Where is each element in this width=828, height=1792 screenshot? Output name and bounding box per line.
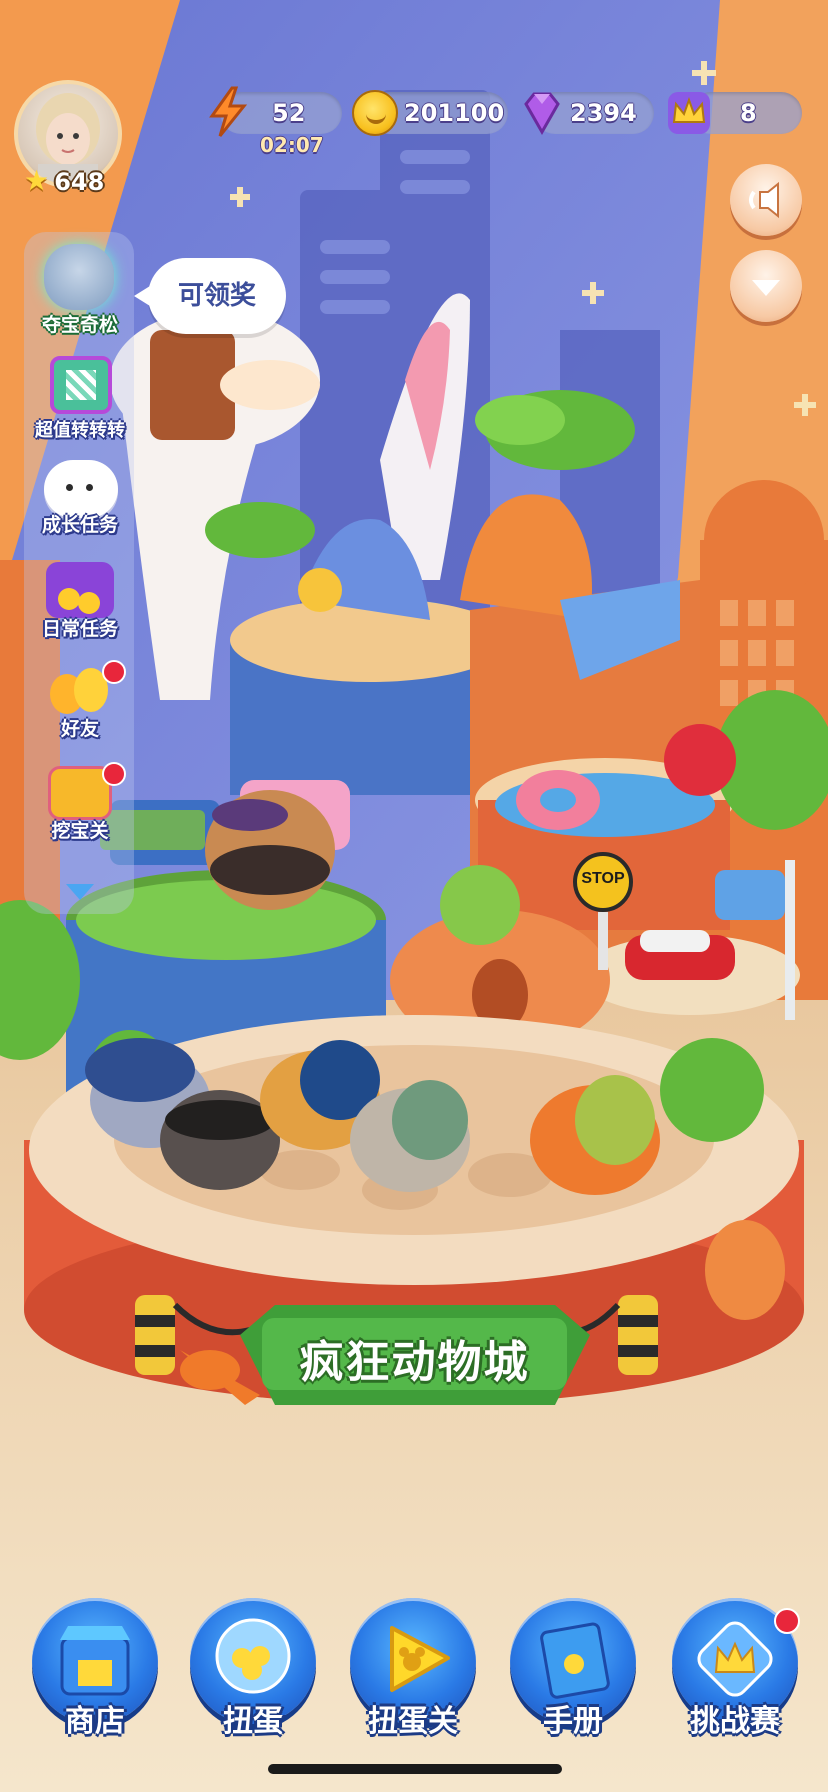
- gem-icon: [518, 90, 566, 136]
- sound-button[interactable]: [730, 164, 802, 236]
- side-menu-item-growth[interactable]: 成长任务: [20, 452, 140, 552]
- challenge-label: 挑战赛: [690, 1704, 780, 1739]
- energy-timer: 02:07: [260, 133, 324, 157]
- side-menu-label-daily: 日常任务: [41, 618, 118, 640]
- player-level-value: 648: [54, 168, 105, 196]
- side-menu-label-treasure: 夺宝奇松: [41, 314, 118, 336]
- gacha-label: 扭蛋: [223, 1704, 283, 1739]
- energy-value: 52: [272, 99, 306, 127]
- side-menu-item-daily[interactable]: 日常任务: [20, 556, 140, 656]
- speaker-icon: [749, 181, 779, 219]
- claim-reward-tooltip[interactable]: 可领奖: [134, 258, 286, 334]
- home-indicator[interactable]: [268, 1764, 562, 1774]
- side-menu-item-dig[interactable]: 挖宝关: [20, 758, 140, 858]
- notification-badge: [774, 1608, 800, 1634]
- side-menu-label-friends: 好友: [60, 718, 99, 740]
- side-menu-item-spin[interactable]: 超值转转转: [20, 346, 140, 446]
- chevron-down-icon: [752, 280, 780, 296]
- side-menu-label-spin: 超值转转转: [35, 420, 125, 441]
- side-menu-item-treasure[interactable]: 夺宝奇松: [20, 240, 140, 340]
- crowns-value: 8: [740, 99, 757, 127]
- crown-icon: [664, 88, 714, 138]
- stop-sign: STOP: [573, 852, 633, 912]
- shop-label: 商店: [65, 1704, 125, 1739]
- notification-badge: [102, 762, 126, 786]
- handbook-label: 手册: [543, 1704, 603, 1739]
- stop-sign-label: STOP: [581, 870, 625, 887]
- zootopia-banner-title: 疯狂动物城: [299, 1337, 530, 1388]
- side-menu-label-dig: 挖宝关: [51, 820, 109, 842]
- side-menu-item-friends[interactable]: 好友: [20, 656, 140, 756]
- gacha-stage-label: 扭蛋关: [368, 1704, 458, 1739]
- gems-value: 2394: [570, 99, 637, 127]
- lightning-icon: [206, 86, 250, 138]
- coin-icon: [352, 90, 398, 136]
- stop-sign-pole: [598, 912, 608, 970]
- chevron-down-icon: [66, 884, 94, 900]
- side-menu-scroll-down[interactable]: [58, 878, 102, 904]
- coin-chest-icon: [46, 562, 114, 618]
- star-icon: ★: [24, 164, 50, 197]
- coins-value: 201100: [404, 99, 505, 127]
- side-menu-label-growth: 成长任务: [41, 514, 118, 536]
- treasure-plush-icon: [44, 244, 114, 310]
- player-level: ★ 648: [24, 164, 104, 198]
- tooltip-text: 可领奖: [177, 281, 256, 311]
- expand-button[interactable]: [730, 250, 802, 322]
- notification-badge: [102, 660, 126, 684]
- slot-machine-icon: [50, 356, 112, 414]
